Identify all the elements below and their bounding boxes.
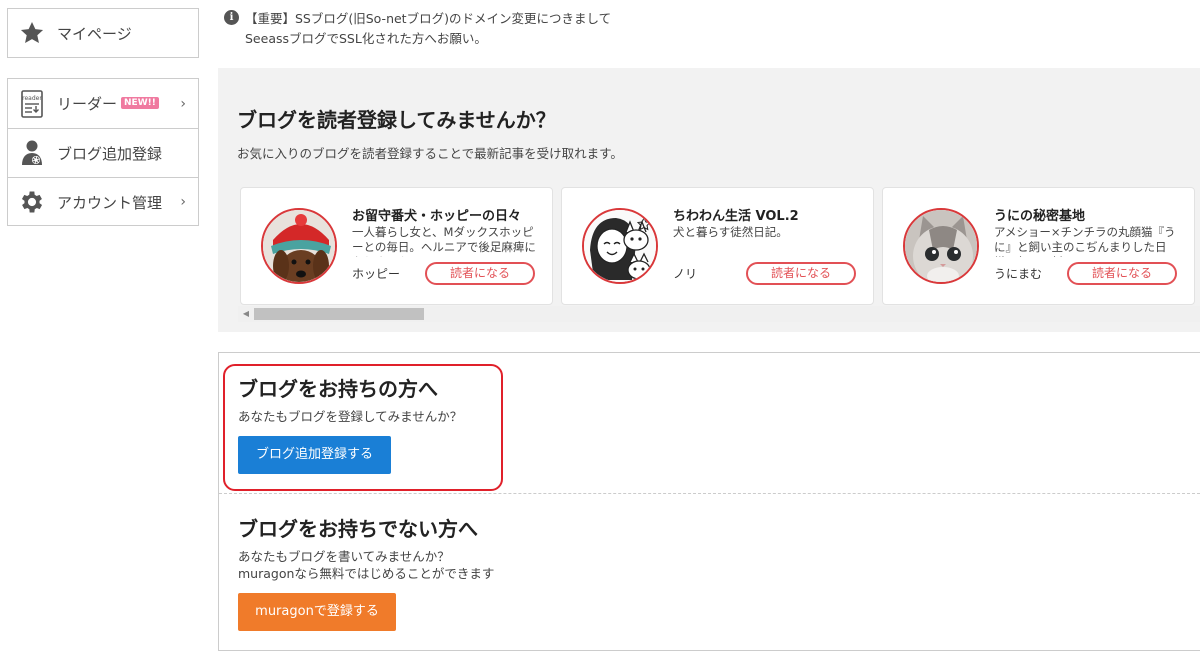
sidebar-item-label: マイページ: [57, 24, 132, 43]
sidebar-item-reader[interactable]: reader リーダー NEW!! ›: [8, 79, 198, 128]
reader-icon: reader: [18, 89, 46, 119]
add-blog-button[interactable]: ブログ追加登録する: [238, 436, 391, 474]
blog-card[interactable]: お留守番犬・ホッピーの日々 一人暮らし女と、Mダックスホッピーとの毎日。ヘルニア…: [240, 187, 553, 305]
blog-title[interactable]: ちわわん生活 VOL.2: [673, 205, 799, 224]
svg-text:reader: reader: [22, 95, 42, 102]
horizontal-scrollbar[interactable]: ◀: [238, 306, 1200, 322]
notice-link-line1[interactable]: 【重要】SSブログ(旧So-netブログ)のドメイン変更につきまして: [245, 9, 611, 28]
nonowner-section-text1: あなたもブログを書いてみませんか？: [238, 549, 450, 564]
sidebar-mypage-box: マイページ: [7, 8, 199, 58]
blog-title[interactable]: お留守番犬・ホッピーの日々: [352, 205, 521, 224]
reader-recommend-section: ブログを読者登録してみませんか？ お気に入りのブログを読者登録することで最新記事…: [218, 68, 1200, 332]
section-subtitle: お気に入りのブログを読者登録することで最新記事を受け取れます。: [237, 146, 623, 161]
blog-author: うにまむ: [994, 267, 1043, 281]
chevron-right-icon: ›: [180, 95, 186, 112]
blog-author: ノリ: [673, 267, 698, 281]
section-title: ブログを読者登録してみませんか？: [237, 108, 556, 132]
subscribe-button[interactable]: 読者になる: [425, 262, 535, 285]
user-gear-icon: [18, 138, 46, 168]
blog-avatar-illustration: [582, 208, 658, 284]
info-icon: i: [224, 10, 239, 25]
sidebar-item-add-blog[interactable]: ブログ追加登録: [8, 128, 198, 177]
sidebar-item-label: リーダー: [57, 95, 118, 113]
scroll-thumb[interactable]: [254, 308, 424, 320]
owner-section-text: あなたもブログを登録してみませんか？: [238, 409, 463, 424]
subscribe-button[interactable]: 読者になる: [746, 262, 856, 285]
new-badge: NEW!!: [121, 96, 159, 109]
gear-icon: [18, 187, 46, 217]
blog-avatar-dog: [261, 208, 337, 284]
nonowner-section-text2: muragonなら無料ではじめることができます: [238, 566, 495, 581]
nonowner-section-title: ブログをお持ちでない方へ: [238, 517, 478, 541]
owner-section-title: ブログをお持ちの方へ: [238, 377, 438, 401]
muragon-register-button[interactable]: muragonで登録する: [238, 593, 396, 631]
sidebar-item-mypage[interactable]: マイページ: [8, 9, 198, 57]
sidebar-item-account[interactable]: アカウント管理 ›: [8, 177, 198, 226]
blog-card[interactable]: ちわわん生活 VOL.2 犬と暮らす徒然日記。 ノリ 読者になる: [561, 187, 874, 305]
sidebar-menu: reader リーダー NEW!! › ブログ追加登録 アカウント管理 ›: [7, 78, 199, 226]
subscribe-button[interactable]: 読者になる: [1067, 262, 1177, 285]
blog-author: ホッピー: [352, 267, 401, 281]
blog-title[interactable]: うにの秘密基地: [994, 205, 1085, 224]
chevron-right-icon: ›: [180, 194, 186, 210]
star-icon: [18, 18, 46, 48]
blog-description: アメショー×チンチラの丸顔猫『うに』と飼い主のこぢんまりした日常。毎日更新: [994, 225, 1176, 257]
scroll-left-arrow-icon[interactable]: ◀: [238, 306, 254, 322]
section-divider: [219, 493, 1200, 494]
blog-register-section: ブログをお持ちの方へ あなたもブログを登録してみませんか？ ブログ追加登録する …: [218, 352, 1200, 651]
notice-link-line2[interactable]: SeeassブログでSSL化された方へお願い。: [245, 29, 487, 48]
blog-description: 犬と暮らす徒然日記。: [673, 225, 788, 239]
sidebar-item-label: ブログ追加登録: [57, 144, 163, 163]
blog-card[interactable]: うにの秘密基地 アメショー×チンチラの丸顔猫『うに』と飼い主のこぢんまりした日常…: [882, 187, 1195, 305]
blog-description: 一人暮らし女と、Mダックスホッピーとの毎日。ヘルニアで後足麻痺になりました: [352, 225, 536, 257]
sidebar-item-label: アカウント管理: [57, 193, 163, 212]
blog-avatar-cat: [903, 208, 979, 284]
